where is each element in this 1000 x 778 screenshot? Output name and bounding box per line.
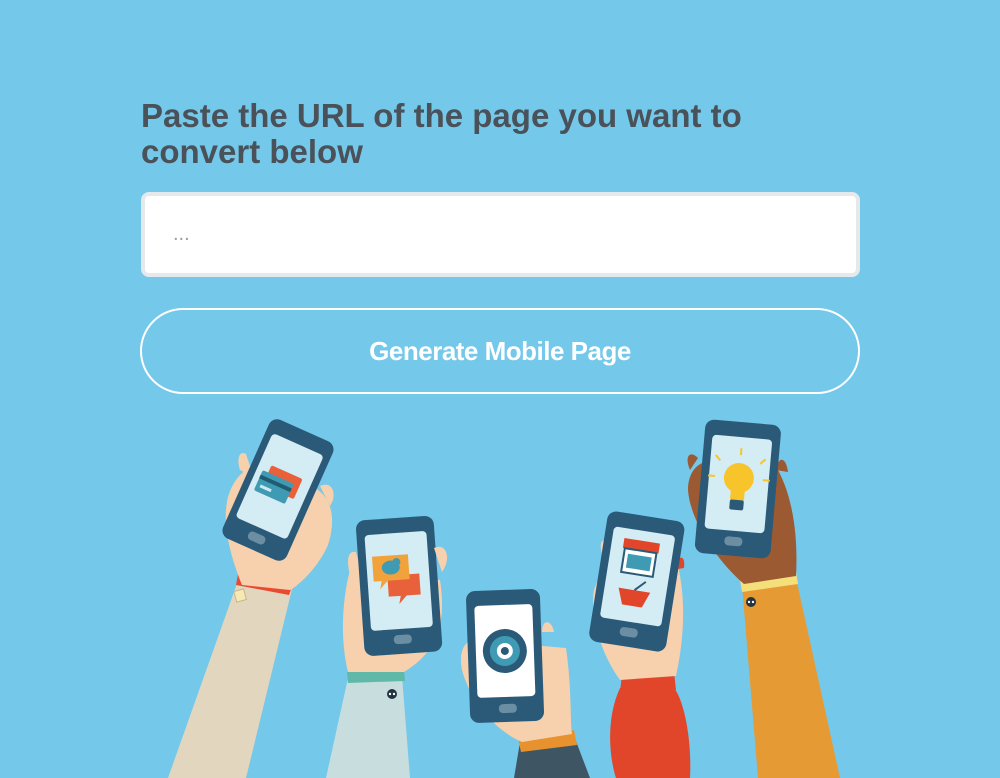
page-title: Paste the URL of the page you want to co… <box>141 97 742 170</box>
phone-2 <box>356 515 443 656</box>
generate-mobile-page-button[interactable]: Generate Mobile Page <box>140 308 860 394</box>
phones-illustration <box>168 419 840 778</box>
phone-5 <box>694 419 781 559</box>
url-input[interactable] <box>141 192 860 277</box>
phone-3 <box>466 589 545 723</box>
